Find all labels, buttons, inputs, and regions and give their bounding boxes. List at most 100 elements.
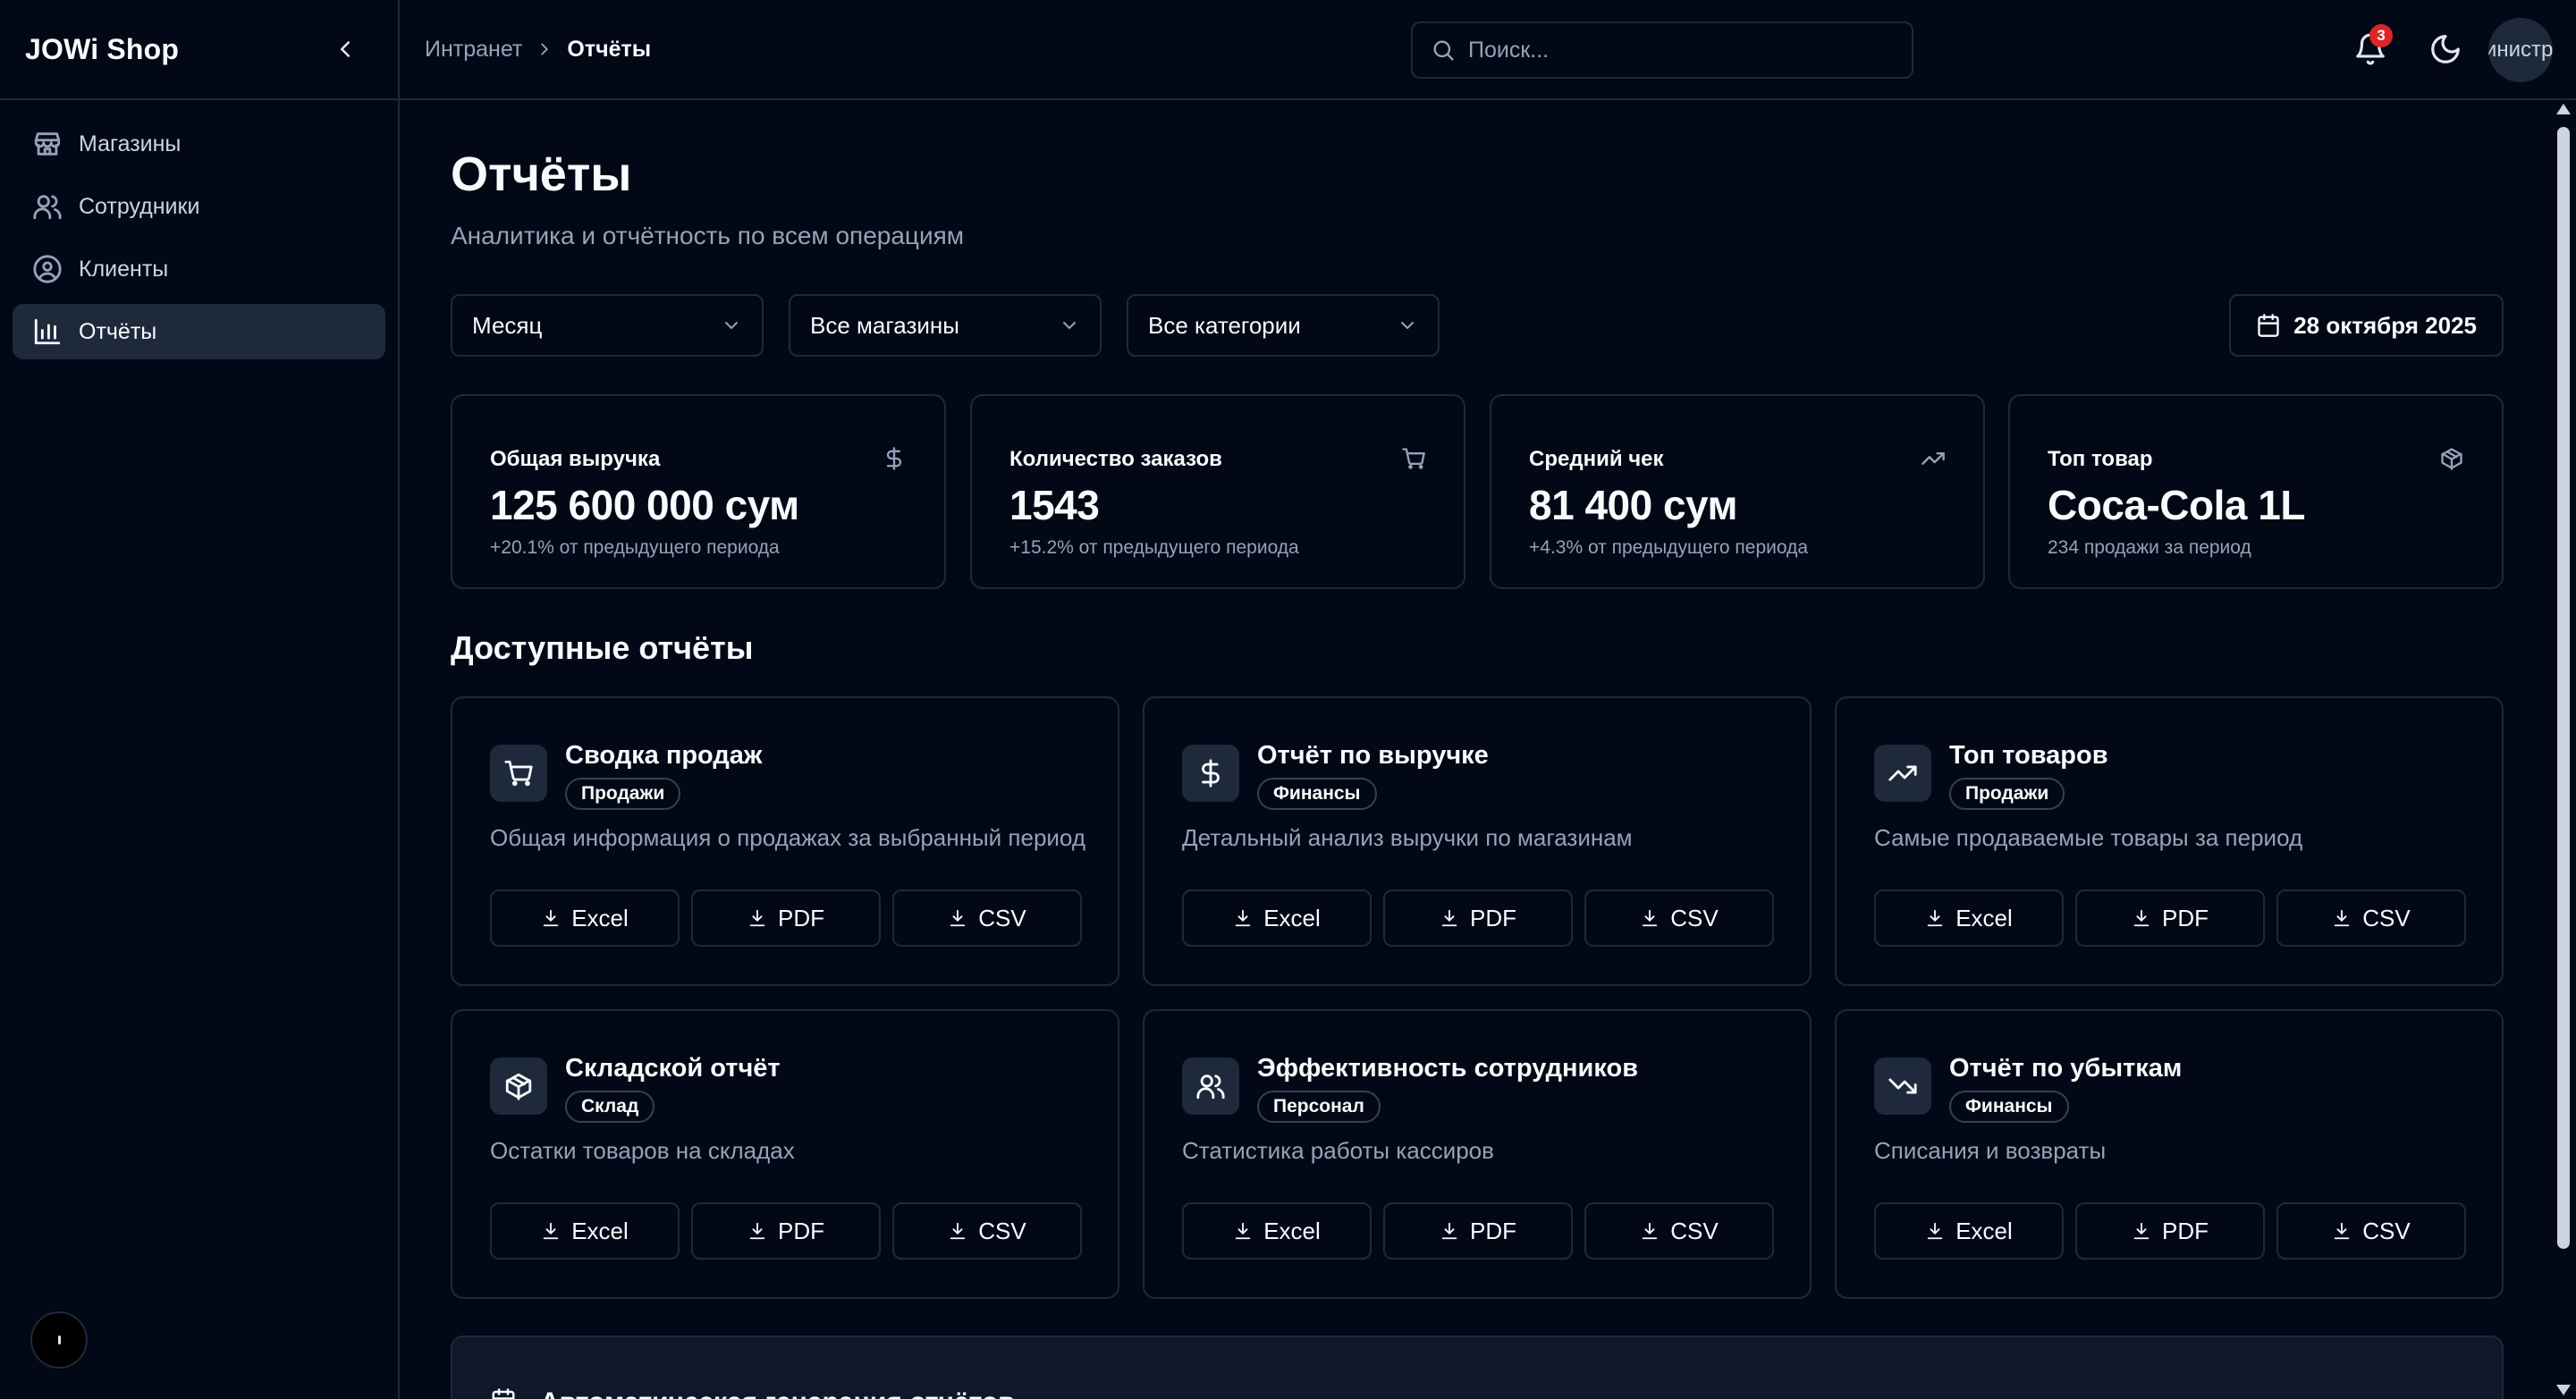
scrollbar[interactable] [2550,100,2576,1399]
report-tag: Финансы [1257,778,1377,810]
stat-value: Coca-Cola 1L [2048,482,2305,528]
chevron-down-icon [1401,322,1414,329]
period-select[interactable]: Месяц [451,294,764,357]
download-icon [543,1222,559,1240]
sidebar-item-employees[interactable]: Сотрудники [13,179,385,234]
button-label: PDF [778,904,824,931]
sidebar-item-stores[interactable]: Магазины [13,116,385,172]
users-icon [33,195,62,220]
export-pdf-button[interactable]: PDF [1383,1202,1573,1260]
auto-generation-title: Автоматическая генерация отчётов [540,1387,1015,1399]
export-pdf-button[interactable]: PDF [1383,889,1573,947]
export-csv-button[interactable]: CSV [892,1202,1082,1260]
download-icon [1235,909,1251,927]
stat-card-top-product: Топ товар Coca-Cola 1L 234 продажи за пе… [2008,394,2504,589]
notification-badge: 3 [2369,24,2393,47]
download-icon [950,1222,966,1240]
export-excel-button[interactable]: Excel [1182,889,1372,947]
scroll-up-arrow-icon[interactable] [2556,104,2571,114]
stat-change: 234 продажи за период [2048,537,2251,558]
download-icon [1235,1222,1251,1240]
status-indicator[interactable] [30,1311,88,1369]
download-icon [2335,909,2350,927]
export-excel-button[interactable]: Excel [1874,1202,2064,1260]
sidebar-item-reports[interactable]: Отчёты [13,304,385,359]
report-card-warehouse: Складской отчёт Склад Остатки товаров на… [451,1009,1119,1299]
reports-section-title: Доступные отчёты [451,629,754,666]
report-title: Сводка продаж [565,741,763,770]
stat-card-revenue: Общая выручка 125 600 000 сум +20.1% от … [451,394,946,589]
users-icon [1196,1075,1225,1100]
package-icon [505,1073,532,1100]
calendar-icon [492,1388,515,1399]
export-csv-button[interactable]: CSV [892,889,1082,947]
stat-value: 125 600 000 сум [490,482,799,528]
cart-icon [504,760,533,787]
chevron-left-icon [341,41,350,57]
export-pdf-button[interactable]: PDF [691,1202,881,1260]
auto-generation-card: Автоматическая генерация отчётов [451,1336,2504,1399]
export-pdf-button[interactable]: PDF [691,889,881,947]
scroll-thumb[interactable] [2557,127,2570,1249]
date-picker-button[interactable]: 28 октября 2025 [2229,294,2504,357]
report-tag: Продажи [1949,778,2065,810]
sidebar-item-clients[interactable]: Клиенты [13,241,385,297]
trending-up-icon [1888,765,1917,781]
dollar-icon [1202,759,1220,788]
export-excel-button[interactable]: Excel [490,889,680,947]
collapse-sidebar-button[interactable] [332,36,359,63]
categories-select[interactable]: Все категории [1127,294,1440,357]
categories-select-value: Все категории [1148,311,1301,339]
breadcrumb-intranet[interactable]: Интранет [425,37,522,63]
report-card-revenue: Отчёт по выручке Финансы Детальный анали… [1143,696,1812,986]
export-pdf-button[interactable]: PDF [2075,889,2265,947]
export-pdf-button[interactable]: PDF [2075,1202,2265,1260]
export-csv-button[interactable]: CSV [2276,1202,2466,1260]
button-label: CSV [978,904,1026,931]
export-excel-button[interactable]: Excel [490,1202,680,1260]
download-icon [543,909,559,927]
stat-card-orders: Количество заказов 1543 +15.2% от предыд… [970,394,1465,589]
export-excel-button[interactable]: Excel [1874,889,2064,947]
scroll-down-arrow-icon[interactable] [2556,1385,2571,1395]
store-icon [34,132,61,156]
export-csv-button[interactable]: CSV [2276,889,2466,947]
period-select-value: Месяц [472,311,543,339]
button-label: CSV [2362,904,2411,931]
date-picker-value: 28 октября 2025 [2293,311,2477,339]
download-icon [1927,909,1943,927]
report-card-staff-efficiency: Эффективность сотрудников Персонал Стати… [1143,1009,1812,1299]
report-title: Складской отчёт [565,1054,781,1083]
button-label: PDF [1470,1217,1516,1244]
button-label: Excel [571,1217,629,1244]
export-excel-button[interactable]: Excel [1182,1202,1372,1260]
download-icon [2133,1222,2149,1240]
trending-down-icon [1888,1078,1917,1094]
export-csv-button[interactable]: CSV [1584,889,1774,947]
download-icon [1927,1222,1943,1240]
report-card-sales-summary: Сводка продаж Продажи Общая информация о… [451,696,1119,986]
avatar[interactable]: Администратор [2488,18,2553,82]
download-icon [1643,909,1658,927]
sidebar-header: JOWi Shop [0,0,398,100]
sidebar: JOWi Shop Магазины Сотрудники Клиенты От… [0,0,400,1399]
download-icon [2133,909,2149,927]
sidebar-item-label: Отчёты [79,318,157,344]
stat-label: Количество заказов [1009,447,1222,471]
report-tag: Продажи [565,778,681,810]
trending-up-icon [1921,452,1945,465]
stat-change: +15.2% от предыдущего периода [1009,537,1299,558]
bar-chart-icon [34,318,61,345]
brand-logo[interactable]: JOWi Shop [25,33,179,66]
theme-toggle-button[interactable] [2428,32,2462,66]
button-label: PDF [2162,904,2209,931]
chevron-down-icon [725,322,738,329]
button-label: PDF [1470,904,1516,931]
button-label: Excel [571,904,629,931]
sidebar-item-label: Сотрудники [79,193,200,219]
search-input[interactable] [1468,37,1879,63]
export-csv-button[interactable]: CSV [1584,1202,1774,1260]
search-box[interactable] [1411,21,1913,79]
report-title: Отчёт по убыткам [1949,1054,2183,1083]
stores-select[interactable]: Все магазины [789,294,1102,357]
